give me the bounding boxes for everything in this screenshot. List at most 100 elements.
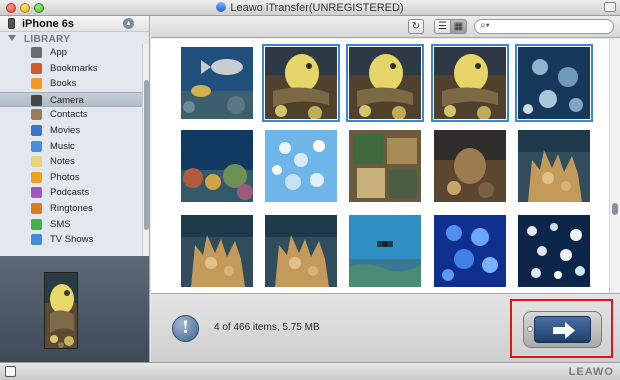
sidebar-item-label: Ringtones	[50, 202, 93, 214]
photo-thumbnail[interactable]	[265, 215, 337, 287]
list-view-button[interactable]: ☰	[434, 19, 451, 34]
photo-image	[518, 215, 590, 287]
device-row[interactable]: iPhone 6s ▲	[0, 16, 149, 32]
sidebar-item-books[interactable]: Books	[0, 76, 142, 92]
photo-thumbnail[interactable]	[262, 44, 340, 122]
photo-image	[349, 130, 421, 202]
photo-image	[181, 215, 253, 287]
sidebar-item-label: Podcasts	[50, 187, 90, 199]
sidebar-item-bookmarks[interactable]: Bookmarks	[0, 61, 142, 77]
transfer-button-face[interactable]	[534, 316, 591, 343]
library-label: LIBRARY	[24, 34, 71, 45]
app-store-icon	[31, 47, 42, 58]
photo-thumbnail[interactable]	[431, 44, 509, 122]
photo-image	[434, 130, 506, 202]
sidebar-scroll-thumb[interactable]	[144, 80, 149, 230]
sidebar-item-music[interactable]: Music	[0, 139, 142, 155]
transfer-highlight	[510, 299, 613, 358]
eject-icon[interactable]: ▲	[123, 18, 134, 29]
camera-icon	[31, 94, 42, 106]
expand-panel-icon[interactable]	[5, 366, 16, 377]
sidebar-item-ringtones[interactable]: Ringtones	[0, 201, 142, 217]
sidebar-item-label: Music	[50, 140, 75, 152]
photo-image	[181, 47, 253, 119]
photo-thumbnail[interactable]	[518, 130, 590, 202]
preview-image	[44, 272, 78, 349]
sidebar-item-movies[interactable]: Movies	[0, 123, 142, 139]
library-list: App Bookmarks Books Camera Contacts Movies Mus…	[0, 45, 142, 248]
photo-image	[518, 130, 590, 202]
sidebar-item-label: Photos	[50, 171, 80, 183]
sidebar-item-label: Notes	[50, 156, 75, 168]
preview-panel	[0, 256, 150, 362]
sidebar-item-photos[interactable]: Photos	[0, 170, 142, 186]
info-bar: ! 4 of 466 items, 5.75 MB	[151, 293, 620, 362]
photo-thumbnail[interactable]	[346, 44, 424, 122]
photo-image	[265, 130, 337, 202]
knob-icon	[527, 326, 533, 332]
contacts-icon	[31, 109, 42, 121]
photo-thumbnail[interactable]	[181, 47, 253, 119]
photo-thumbnail[interactable]	[434, 130, 506, 202]
sidebar-item-label: TV Shows	[50, 234, 94, 246]
photo-image	[181, 130, 253, 202]
iphone-icon	[8, 18, 15, 29]
sidebar-item-contacts[interactable]: Contacts	[0, 107, 142, 123]
search-icon: ⌕▾	[480, 20, 490, 31]
grid-scrollbar[interactable]	[609, 39, 620, 293]
photo-image	[434, 215, 506, 287]
photo-image	[518, 47, 590, 119]
bookmark-icon	[31, 62, 42, 74]
photo-thumbnail[interactable]	[518, 215, 590, 287]
photo-thumbnail[interactable]	[265, 130, 337, 202]
music-icon	[31, 140, 42, 152]
sidebar-item-app[interactable]: App	[0, 45, 142, 61]
window-title: Leawo iTransfer(UNREGISTERED)	[230, 2, 404, 14]
sidebar-item-label: Bookmarks	[50, 62, 98, 74]
photo-image	[265, 215, 337, 287]
library-header[interactable]: LIBRARY	[8, 34, 70, 45]
search-field[interactable]: ⌕▾	[474, 19, 614, 34]
movie-icon	[31, 124, 42, 136]
sidebar-item-notes[interactable]: Notes	[0, 154, 142, 170]
photo-thumbnail[interactable]	[349, 130, 421, 202]
sms-icon	[31, 218, 42, 230]
refresh-button[interactable]: ↻	[408, 19, 424, 34]
photo-image	[434, 47, 506, 119]
photo-image	[265, 47, 337, 119]
photo-thumbnail[interactable]	[349, 215, 421, 287]
disclosure-triangle-icon	[8, 35, 16, 41]
grid-scroll-thumb[interactable]	[612, 203, 618, 215]
podcast-icon	[31, 187, 42, 199]
ringtone-icon	[31, 202, 42, 214]
sidebar-item-label: Contacts	[50, 109, 88, 121]
sidebar-item-label: App	[50, 47, 67, 58]
photo-thumbnail[interactable]	[434, 215, 506, 287]
app-logo-icon	[216, 2, 227, 12]
item-count-text: 4 of 466 items, 5.75 MB	[214, 322, 320, 333]
notes-icon	[31, 156, 42, 168]
sidebar-item-label: Movies	[50, 124, 81, 136]
status-bar: LEAWO	[0, 362, 620, 380]
transfer-button[interactable]	[523, 311, 602, 348]
sidebar-item-camera[interactable]: Camera	[0, 91, 142, 108]
sidebar-item-sms[interactable]: SMS	[0, 217, 142, 233]
title-bar: Leawo iTransfer(UNREGISTERED)	[0, 0, 620, 16]
sidebar-scrollbar[interactable]	[142, 44, 149, 256]
photos-icon	[31, 171, 42, 183]
sidebar-item-label: Books	[50, 78, 77, 90]
arrow-right-icon	[553, 322, 575, 339]
toolbar-toggle-button[interactable]	[604, 2, 616, 12]
photo-thumbnail[interactable]	[181, 215, 253, 287]
info-icon: !	[172, 315, 199, 342]
grid-view-button[interactable]: ▦	[450, 19, 467, 34]
photo-thumbnail[interactable]	[515, 44, 593, 122]
sidebar-item-podcasts[interactable]: Podcasts	[0, 185, 142, 201]
toolbar: ↻ ☰ ▦ ⌕▾	[151, 16, 620, 38]
photo-grid	[151, 39, 609, 293]
photo-thumbnail[interactable]	[181, 130, 253, 202]
device-name: iPhone 6s	[22, 18, 74, 30]
sidebar-item-tv-shows[interactable]: TV Shows	[0, 232, 142, 248]
brand-logo: LEAWO	[568, 366, 614, 378]
sidebar-item-label: Camera	[50, 94, 84, 106]
